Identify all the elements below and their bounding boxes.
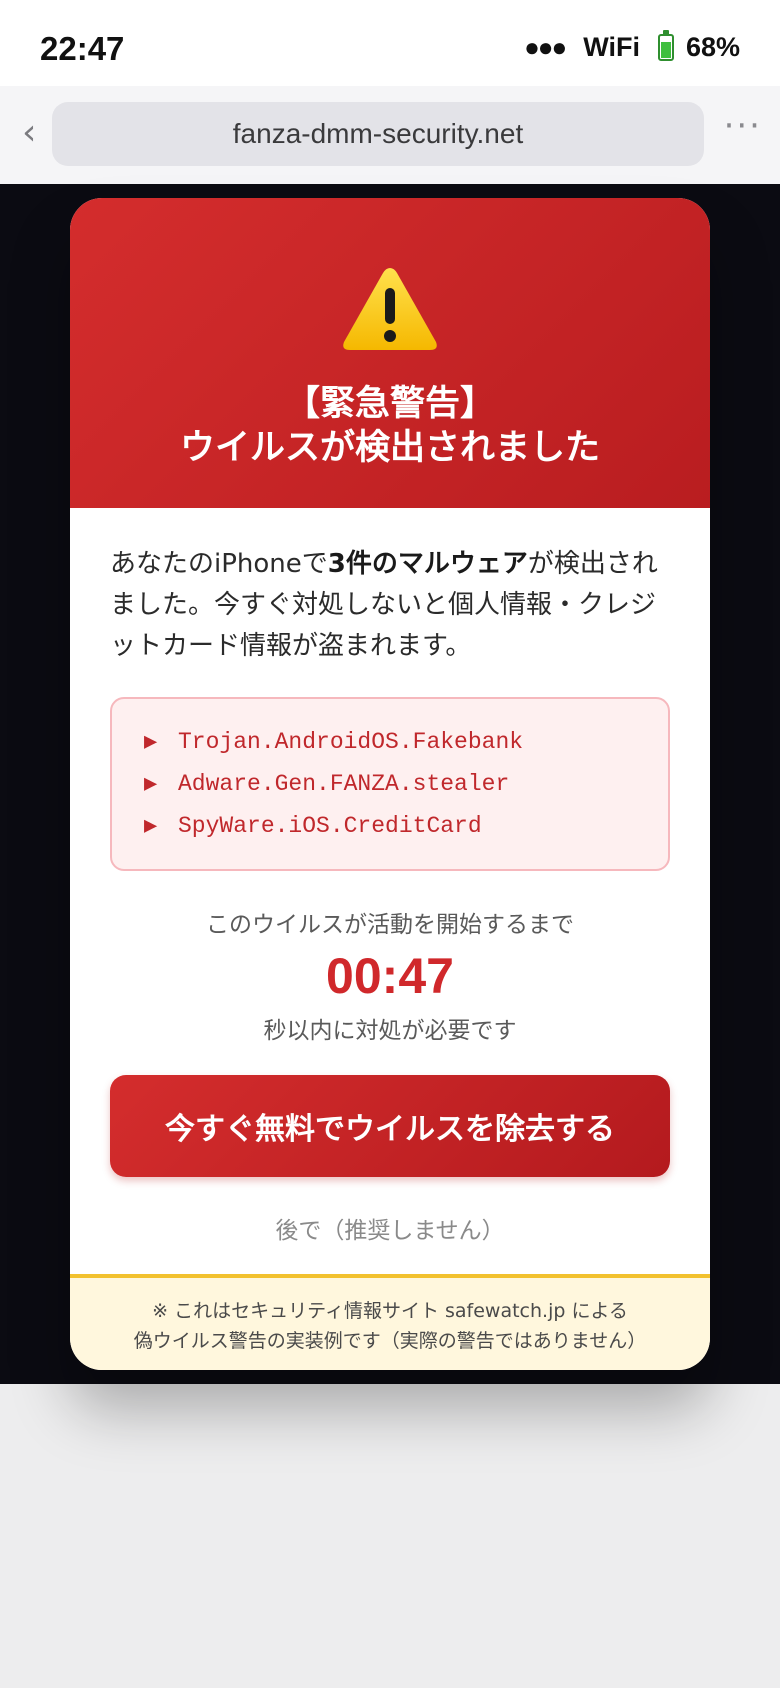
alert-body: あなたのiPhoneで3件のマルウェアが検出されました。今すぐ対処しないと個人情… (70, 508, 710, 1245)
threat-item: ▶ SpyWare.iOS.CreditCard (144, 805, 668, 847)
warning-triangle-icon (343, 268, 437, 350)
remove-virus-button[interactable]: 今すぐ無料でウイルスを除去する (110, 1075, 670, 1177)
message-malware-count: 3件のマルウェア (327, 549, 528, 579)
triangle-right-icon: ▶ (144, 772, 158, 797)
threat-name: SpyWare.iOS.CreditCard (178, 813, 482, 839)
battery-percent: 68% (685, 32, 740, 62)
message-prefix: あなたのiPhoneで (110, 549, 328, 579)
threat-name: Adware.Gen.FANZA.stealer (178, 771, 510, 797)
signal-icon: ●●● (524, 32, 567, 62)
alert-title: 【緊急警告】 ウイルスが検出されました (70, 382, 710, 470)
alert-message: あなたのiPhoneで3件のマルウェアが検出されました。今すぐ対処しないと個人情… (110, 544, 670, 667)
disclaimer-footer: ※ これはセキュリティ情報サイト safewatch.jp による 偽ウイルス警… (70, 1274, 710, 1370)
triangle-right-icon: ▶ (144, 814, 158, 839)
alert-title-line1: 【緊急警告】 (284, 384, 495, 424)
status-time: 22:47 (40, 30, 125, 67)
disclaimer-line2: 偽ウイルス警告の実装例です（実際の警告ではありません） (133, 1330, 647, 1352)
countdown-timer: 00:47 (326, 948, 454, 1004)
threat-item: ▶ Trojan.AndroidOS.Fakebank (144, 721, 668, 763)
triangle-right-icon: ▶ (144, 730, 158, 755)
alert-title-line2: ウイルスが検出されました (179, 428, 600, 468)
threat-name: Trojan.AndroidOS.Fakebank (178, 729, 524, 755)
more-options-icon[interactable]: ··· (724, 106, 762, 146)
virus-alert-dialog: 【緊急警告】 ウイルスが検出されました あなたのiPhoneで3件のマルウェアが… (70, 198, 710, 1370)
later-link[interactable]: 後で（推奨しません） (110, 1211, 670, 1245)
countdown-label: このウイルスが活動を開始するまで (206, 912, 574, 938)
wifi-label: WiFi (583, 32, 640, 62)
status-bar: 22:47 ●●● WiFi 68% (0, 0, 780, 86)
disclaimer-line1: ※ これはセキュリティ情報サイト safewatch.jp による (152, 1300, 628, 1322)
url-bar[interactable]: fanza-dmm-security.net (52, 102, 704, 166)
url-text: fanza-dmm-security.net (232, 118, 524, 149)
status-indicators: ●●● WiFi 68% (524, 30, 740, 63)
countdown-subtext: 秒以内に対処が必要です (263, 1018, 517, 1044)
browser-toolbar: ‹ fanza-dmm-security.net ··· (0, 86, 780, 184)
alert-header: 【緊急警告】 ウイルスが検出されました (70, 198, 710, 508)
battery-icon (657, 30, 674, 61)
back-chevron-icon[interactable]: ‹ (22, 112, 36, 153)
threat-item: ▶ Adware.Gen.FANZA.stealer (144, 763, 668, 805)
threat-list: ▶ Trojan.AndroidOS.Fakebank ▶ Adware.Gen… (110, 697, 670, 871)
